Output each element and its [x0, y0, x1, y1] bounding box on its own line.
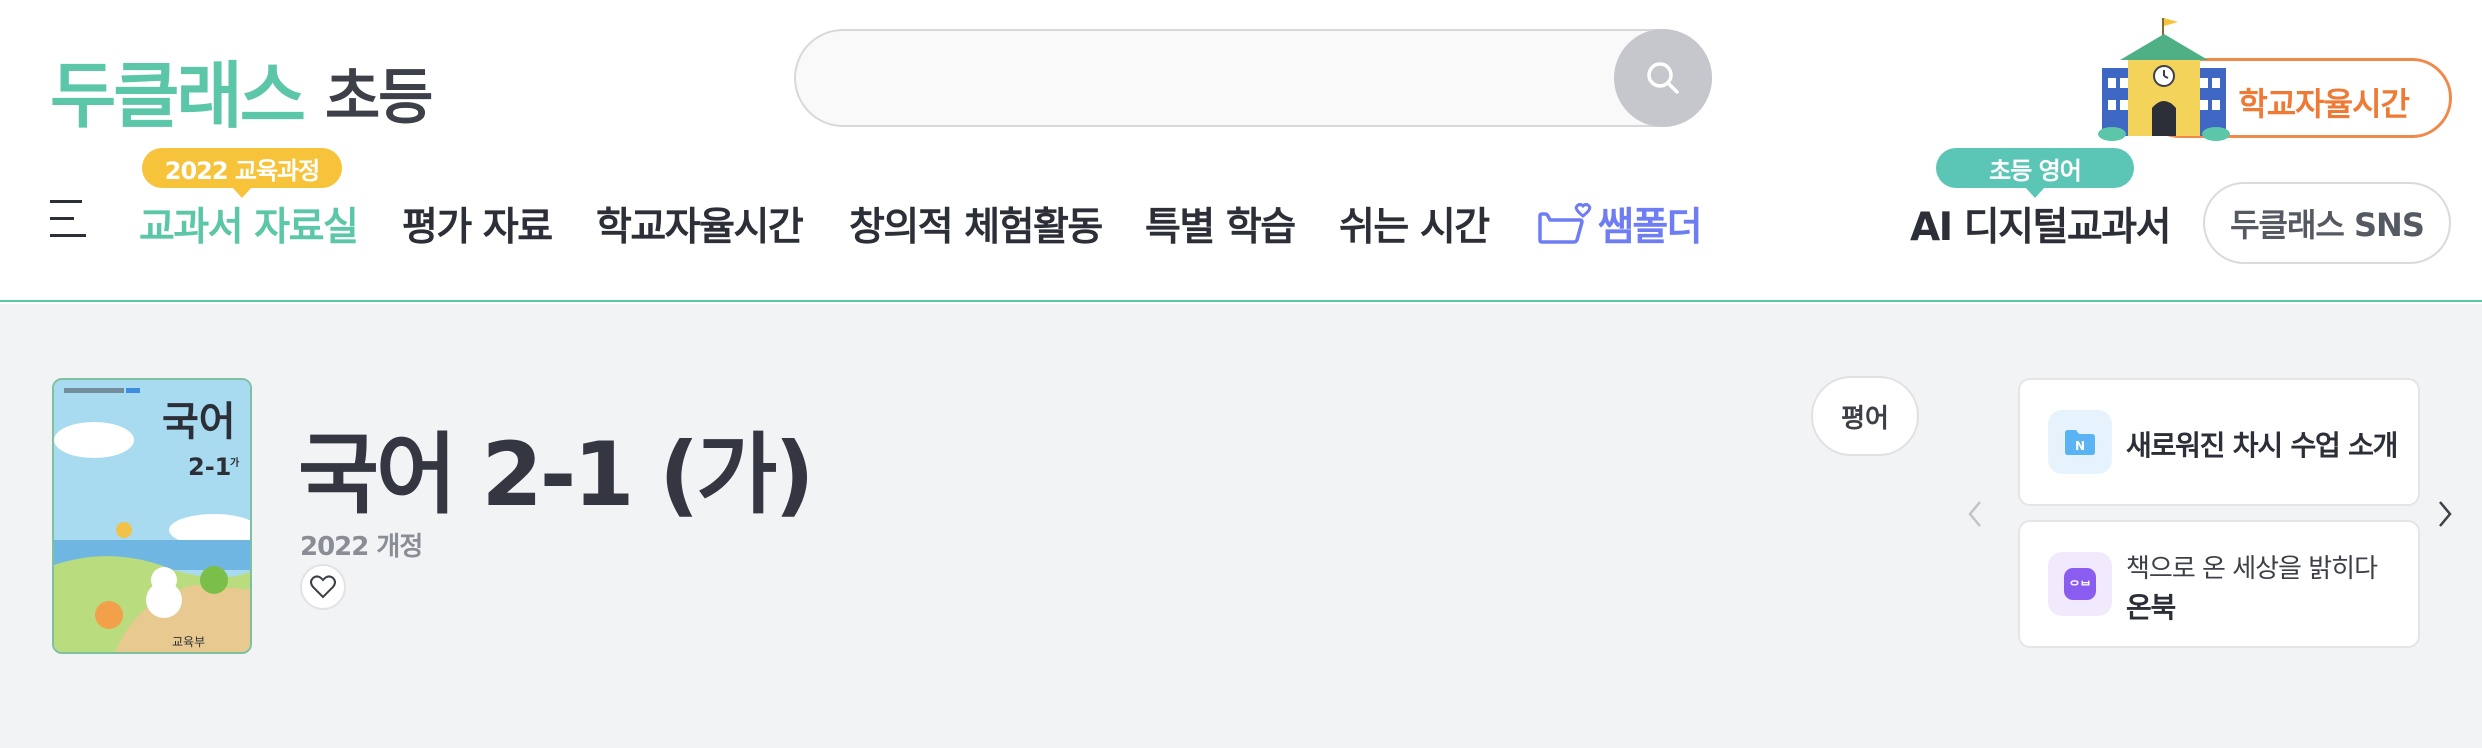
menu-hamburger-button[interactable] [50, 200, 90, 238]
search-input[interactable] [826, 51, 1586, 107]
carousel-next-button[interactable] [2430, 494, 2460, 534]
nav-creative-activities[interactable]: 창의적 체험활동 [849, 196, 1103, 252]
nav-teacher-folder[interactable]: 쌤폴더 [1536, 196, 1703, 252]
folder-heart-icon [1538, 203, 1592, 244]
nav-assessment[interactable]: 평가 자료 [402, 196, 553, 252]
onbook-title: 온북 [2126, 591, 2176, 624]
book-cover-image[interactable]: 국어 2-1 가 교육부 [52, 378, 252, 654]
heart-icon [310, 575, 336, 599]
onbook-card[interactable]: ᄋᄇ 책으로 온 세상을 밝히다 온북 [2018, 520, 2420, 648]
cover-grade-text: 2-1 [188, 453, 231, 481]
chevron-left-icon [1968, 501, 1981, 527]
folder-n-glyph: N [2075, 439, 2085, 453]
book-revision-label: 2022 개정 [300, 532, 423, 562]
logo-main-text: 두클래스 [50, 54, 306, 138]
search-icon [1647, 62, 1679, 94]
favorite-button[interactable] [300, 564, 346, 610]
chevron-right-icon [2439, 501, 2452, 527]
lesson-intro-card[interactable]: N 새로워진 차시 수업 소개 [2018, 378, 2420, 506]
sns-button[interactable]: 두클래스 SNS [2203, 182, 2451, 264]
cover-publisher-text: 교육부 [172, 635, 205, 649]
onbook-subtitle: 책으로 온 세상을 밝히다 [2126, 554, 2378, 584]
search-bar [794, 29, 1712, 127]
book-cover-illustration: 국어 2-1 가 교육부 [54, 380, 250, 652]
school-autonomy-label: 학교자율시간 [2238, 85, 2410, 123]
cover-title-text: 국어 [162, 399, 236, 445]
menu-line-top [50, 200, 82, 203]
nav-special-learning[interactable]: 특별 학습 [1145, 196, 1296, 252]
site-logo[interactable]: 두클래스 초등 [50, 22, 433, 138]
nav-ai-digital-textbook[interactable]: AI 디지털교과서 [1910, 196, 2172, 252]
cover-grade-mark: 가 [230, 456, 240, 469]
review-button[interactable]: 평어 [1811, 376, 1919, 456]
nav-school-autonomy[interactable]: 학교자율시간 [596, 196, 804, 252]
menu-line-bottom [50, 234, 86, 237]
folder-n-icon: N [2048, 410, 2112, 474]
search-button[interactable] [1614, 29, 1712, 127]
nav-textbook-library[interactable]: 교과서 자료실 [139, 196, 359, 252]
elementary-english-badge: 초등 영어 [1936, 148, 2134, 198]
site-header: 두클래스 초등 학교자율시간 2022 교육과정 교과서 자료실 평가 자료 학… [0, 0, 2482, 302]
menu-line-middle [50, 217, 74, 220]
onbook-glyph: ᄋᄇ [2069, 579, 2091, 593]
logo-sub-text: 초등 [324, 63, 433, 133]
school-building-icon [2098, 18, 2230, 141]
carousel-prev-button[interactable] [1960, 494, 1990, 534]
nav-break-time[interactable]: 쉬는 시간 [1339, 196, 1490, 252]
book-title: 국어 2-1 (가) [298, 423, 815, 526]
lesson-intro-title: 새로워진 차시 수업 소개 [2126, 429, 2398, 462]
onbook-icon: ᄋᄇ [2048, 552, 2112, 616]
book-info-section: 국어 2-1 가 교육부 국어 2-1 (가) 2022 개정 평어 N 새로워… [0, 304, 2482, 748]
nav-teacher-folder-label: 쌤폴더 [1598, 205, 1703, 250]
curriculum-2022-badge: 2022 교육과정 [142, 148, 342, 198]
